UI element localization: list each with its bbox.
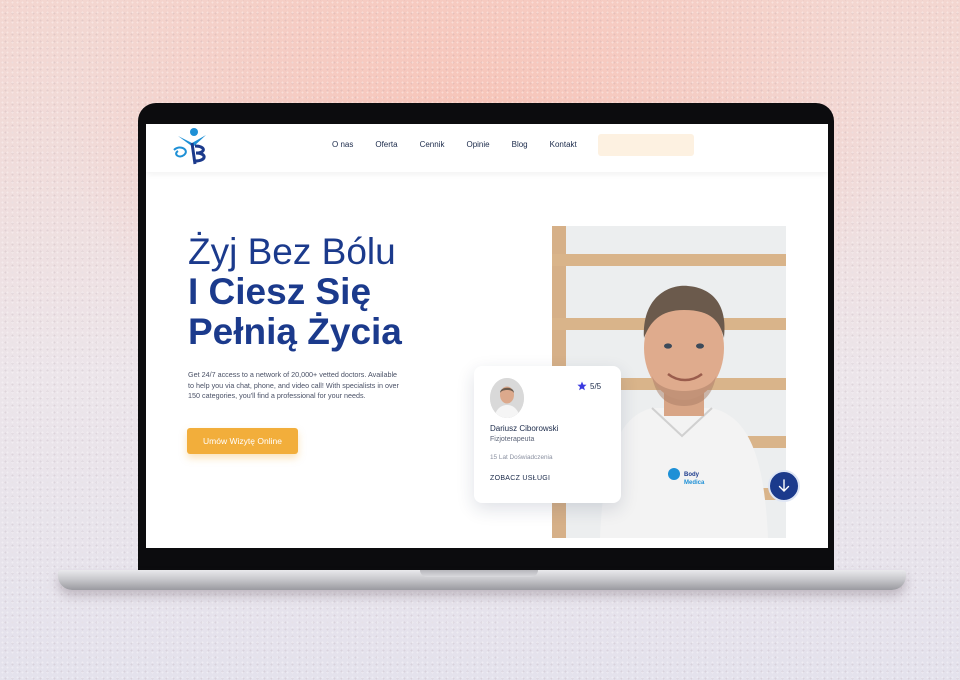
doctor-name: Dariusz Ciborowski — [490, 424, 559, 433]
nav-link-o-nas[interactable]: O nas — [332, 140, 353, 150]
nav-link-oferta[interactable]: Oferta — [375, 140, 397, 150]
doctor-card: 5/5 Dariusz Ciborowski Fizjoterapeuta 15… — [474, 366, 621, 503]
book-visit-button[interactable]: Umów Wizytę Online — [187, 428, 298, 454]
nav-cta-button[interactable] — [598, 134, 694, 156]
star-icon — [577, 381, 587, 391]
see-services-link[interactable]: ZOBACZ USŁUGI — [490, 475, 550, 482]
scroll-down-button[interactable] — [768, 470, 800, 502]
body-medica-logo[interactable] — [170, 126, 214, 168]
svg-text:Body: Body — [684, 472, 700, 478]
hero-title-line1: Żyj Bez Bólu — [188, 231, 396, 272]
laptop-screen: O nas Oferta Cennik Opinie Blog Kontakt … — [146, 124, 828, 548]
nav-link-opinie[interactable]: Opinie — [466, 140, 489, 150]
laptop-notch — [420, 570, 538, 577]
hero-title: Żyj Bez Bólu I Ciesz Się Pełnią Życia — [188, 232, 402, 352]
rating-value: 5/5 — [590, 381, 602, 391]
arrow-down-icon — [778, 479, 790, 492]
hero-title-line2: I Ciesz Się — [188, 271, 372, 312]
nav-link-blog[interactable]: Blog — [512, 140, 528, 150]
doctor-role: Fizjoterapeuta — [490, 436, 535, 443]
svg-text:Medica: Medica — [684, 480, 705, 486]
hero-description: Get 24/7 access to a network of 20,000+ … — [188, 370, 399, 400]
top-navbar: O nas Oferta Cennik Opinie Blog Kontakt — [146, 124, 828, 172]
doctor-avatar — [490, 378, 524, 418]
doctor-experience: 15 Lat Doświadczenia — [490, 454, 553, 461]
nav-links: O nas Oferta Cennik Opinie Blog Kontakt — [332, 140, 599, 150]
nav-link-kontakt[interactable]: Kontakt — [550, 140, 577, 150]
hero-title-line3: Pełnią Życia — [188, 311, 402, 352]
nav-link-cennik[interactable]: Cennik — [420, 140, 445, 150]
doctor-rating: 5/5 — [577, 381, 601, 391]
